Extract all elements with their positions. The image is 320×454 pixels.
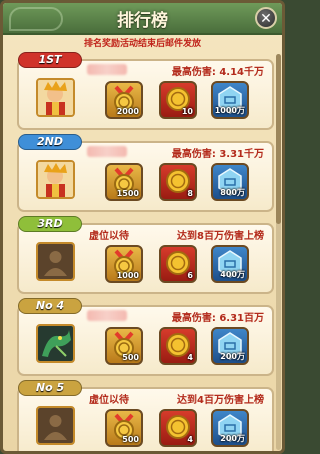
reward-item[interactable]: 200万 xyxy=(211,409,249,447)
title-bar: 排行榜 ✕ xyxy=(3,3,282,35)
reward-item[interactable]: 4 xyxy=(159,327,197,365)
damage-stat: 达到8百万伤害上榜 xyxy=(177,231,264,242)
reward-item[interactable]: 1000 xyxy=(105,245,143,283)
reward-item[interactable]: 800万 xyxy=(211,163,249,201)
reward-quantity: 500 xyxy=(122,435,139,444)
leaderboard-panel: 排行榜 ✕ 排名奖励活动结束后邮件发放 1ST 最高伤害: 4.14千万 2000 1… xyxy=(0,0,285,454)
rank-card: 3RD 虚位以待 达到8百万伤害上榜 1000 6 400万 xyxy=(17,216,274,294)
reward-item[interactable]: 2000 xyxy=(105,81,143,119)
vacant-avatar-icon xyxy=(36,242,75,281)
rank-badge: 2ND xyxy=(18,134,82,150)
reward-quantity: 2000 xyxy=(116,107,139,116)
player-avatar[interactable] xyxy=(36,324,75,363)
reward-quantity: 500 xyxy=(122,353,139,362)
reward-quantity: 800万 xyxy=(220,188,245,197)
rank-badge: No 5 xyxy=(18,380,82,396)
reward-quantity: 200万 xyxy=(220,352,245,361)
reward-item[interactable]: 500 xyxy=(105,409,143,447)
player-name-blurred xyxy=(87,146,127,157)
scrollbar[interactable] xyxy=(276,54,281,450)
reward-quantity: 4 xyxy=(187,353,193,362)
player-name-blurred xyxy=(87,64,127,75)
vacant-avatar-icon xyxy=(36,406,75,445)
reward-quantity: 1000 xyxy=(116,271,139,280)
close-button[interactable]: ✕ xyxy=(255,7,277,29)
player-avatar[interactable] xyxy=(36,78,75,117)
player-avatar[interactable] xyxy=(36,160,75,199)
reward-item[interactable]: 8 xyxy=(159,163,197,201)
reward-quantity: 400万 xyxy=(220,270,245,279)
reward-quantity: 1000万 xyxy=(214,106,245,115)
vacant-label: 虚位以待 xyxy=(89,231,129,242)
reward-item[interactable]: 500 xyxy=(105,327,143,365)
rank-badge: No 4 xyxy=(18,298,82,314)
reward-quantity: 200万 xyxy=(220,434,245,443)
rank-card: 2ND 最高伤害: 3.31千万 1500 8 800万 xyxy=(17,134,274,212)
rank-card: No 4 最高伤害: 6.31百万 500 4 200万 xyxy=(17,298,274,376)
rank-badge: 3RD xyxy=(18,216,82,232)
damage-stat: 最高伤害: 4.14千万 xyxy=(171,67,264,78)
damage-stat: 达到4百万伤害上榜 xyxy=(177,395,264,406)
reward-item[interactable]: 1500 xyxy=(105,163,143,201)
scroll-thumb[interactable] xyxy=(276,54,281,224)
rank-badge: 1ST xyxy=(18,52,82,68)
reward-item[interactable]: 1000万 xyxy=(211,81,249,119)
reward-item[interactable]: 200万 xyxy=(211,327,249,365)
reward-quantity: 8 xyxy=(187,189,193,198)
reward-quantity: 1500 xyxy=(116,189,139,198)
reward-notice: 排名奖励活动结束后邮件发放 xyxy=(83,39,201,49)
damage-stat: 最高伤害: 3.31千万 xyxy=(171,149,264,160)
reward-item[interactable]: 6 xyxy=(159,245,197,283)
rank-card: No 5 虚位以待 达到4百万伤害上榜 500 4 200万 xyxy=(17,380,274,451)
damage-stat: 最高伤害: 6.31百万 xyxy=(171,313,264,324)
reward-item[interactable]: 4 xyxy=(159,409,197,447)
player-name-blurred xyxy=(87,310,127,321)
vacant-label: 虚位以待 xyxy=(89,395,129,406)
reward-item[interactable]: 10 xyxy=(159,81,197,119)
reward-item[interactable]: 400万 xyxy=(211,245,249,283)
reward-quantity: 4 xyxy=(187,435,193,444)
page-title: 排行榜 xyxy=(117,11,168,31)
reward-quantity: 6 xyxy=(187,271,193,280)
reward-quantity: 10 xyxy=(181,107,193,116)
rank-card: 1ST 最高伤害: 4.14千万 2000 10 1000万 xyxy=(17,52,274,130)
